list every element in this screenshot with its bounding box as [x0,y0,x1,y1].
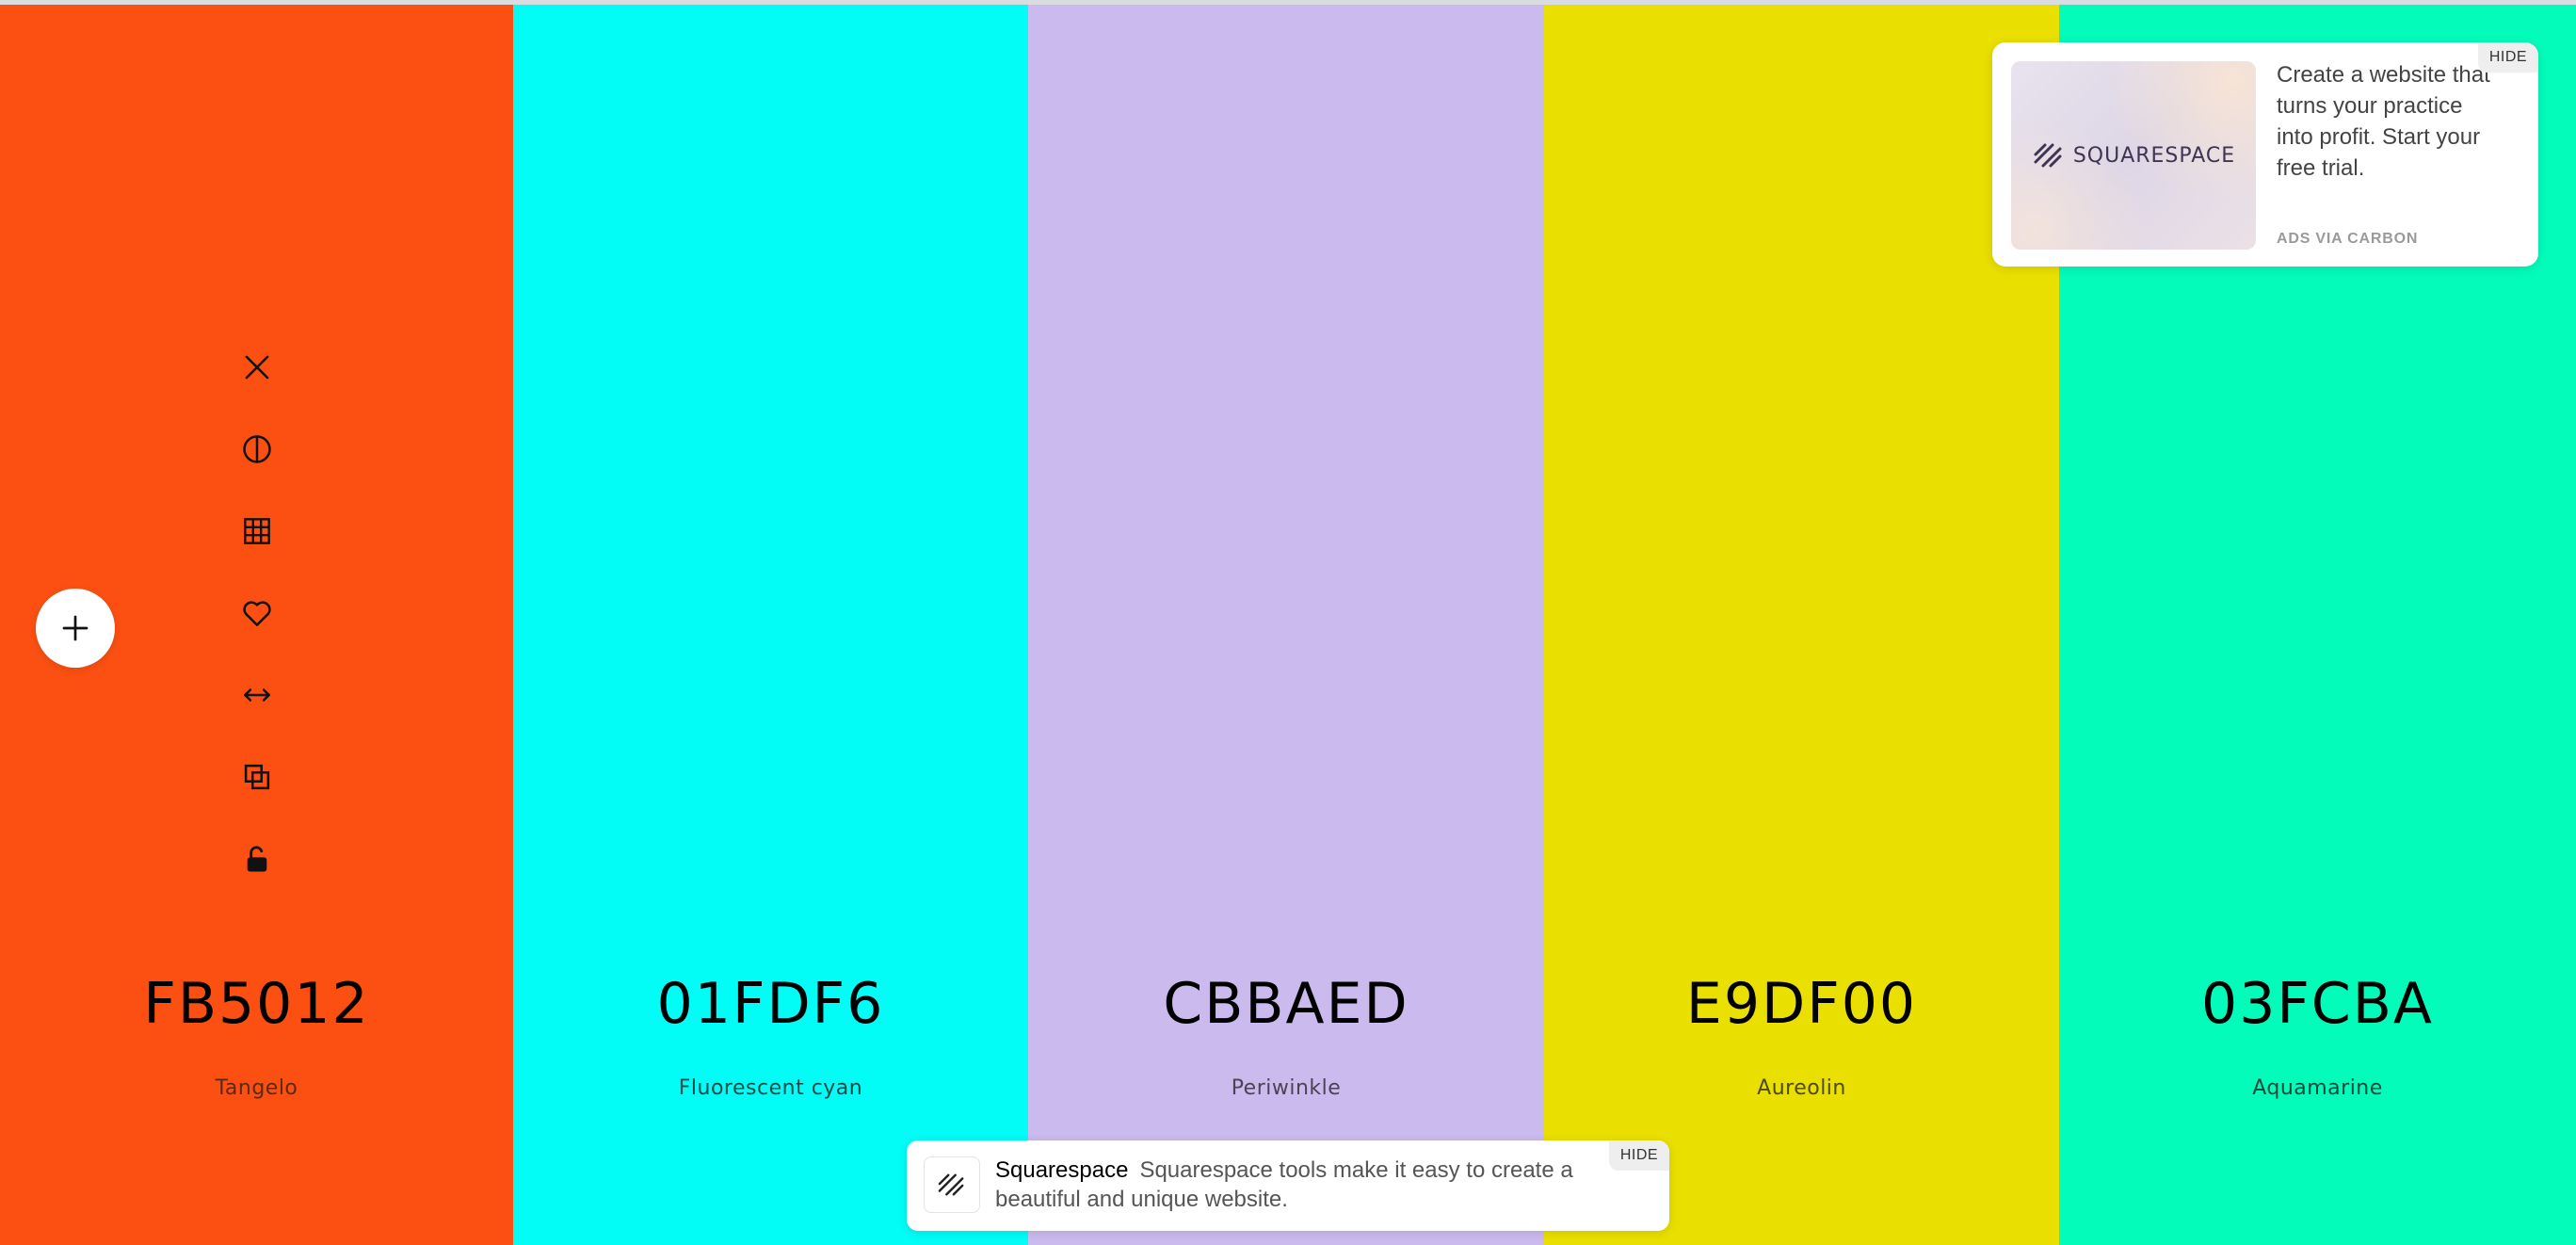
close-icon [245,355,269,380]
swatch-name[interactable]: Fluorescent cyan [513,1075,1028,1103]
swatch-hex[interactable]: CBBAED [1028,966,1544,1042]
hide-ad-button[interactable]: HIDE [2478,42,2538,73]
swatch-name[interactable]: Periwinkle [1028,1075,1544,1103]
unlock-icon [247,846,267,872]
swatch-name[interactable]: Tangelo [0,1075,513,1103]
bottom-ad-banner: Squarespace Squarespace tools make it eas… [907,1140,1669,1231]
squarespace-logo: SQUARESPACE [2032,141,2235,170]
squarespace-logo-icon [938,1173,964,1196]
drag-button[interactable] [233,671,281,719]
copy-icon [244,764,270,790]
ads-via-carbon-link[interactable]: ADS VIA CARBON [2277,231,2418,248]
shades-icon [243,435,271,463]
swatch-hex[interactable]: E9DF00 [1544,966,2059,1042]
ad-image[interactable]: SQUARESPACE [2011,61,2256,250]
banner-logo[interactable] [924,1156,980,1213]
copy-hex-button[interactable] [233,753,281,800]
hide-banner-button[interactable]: HIDE [1609,1140,1669,1171]
swatch-hex[interactable]: 03FCBA [2059,966,2576,1042]
plus-icon [62,615,89,641]
add-color-button[interactable] [36,589,115,668]
carbon-ad: SQUARESPACE Create a website that turns … [1992,42,2538,267]
drag-icon [244,688,270,702]
swatch-periwinkle[interactable]: CBBAED Periwinkle [1028,5,1544,1245]
coolors-palette-page: FB5012 Tangelo 01FDF6 Fluorescent cyan C… [0,0,2576,1245]
view-shades-button[interactable] [233,426,281,473]
ad-text[interactable]: Create a website that turns your practic… [2277,59,2499,184]
heart-icon [243,601,271,626]
swatch-fluorescent-cyan[interactable]: 01FDF6 Fluorescent cyan [513,5,1028,1245]
lock-color-button[interactable] [233,835,281,882]
ad-logo-text: SQUARESPACE [2072,143,2236,168]
grid-icon [244,518,270,544]
banner-text[interactable]: Squarespace Squarespace tools make it eas… [995,1156,1588,1214]
swatch-hex[interactable]: FB5012 [0,966,513,1042]
squarespace-logo-icon [2034,143,2062,168]
swatch-hex[interactable]: 01FDF6 [513,966,1028,1042]
swatch-name[interactable]: Aureolin [1544,1075,2059,1103]
banner-brand: Squarespace [995,1157,1129,1183]
top-border [0,0,2576,5]
swatch-name[interactable]: Aquamarine [2059,1075,2576,1103]
swatch-toolbar [233,344,281,917]
grid-view-button[interactable] [233,508,281,555]
swatch-aureolin[interactable]: E9DF00 Aureolin [1544,5,2059,1245]
favorite-button[interactable] [233,590,281,637]
remove-color-button[interactable] [233,344,281,391]
